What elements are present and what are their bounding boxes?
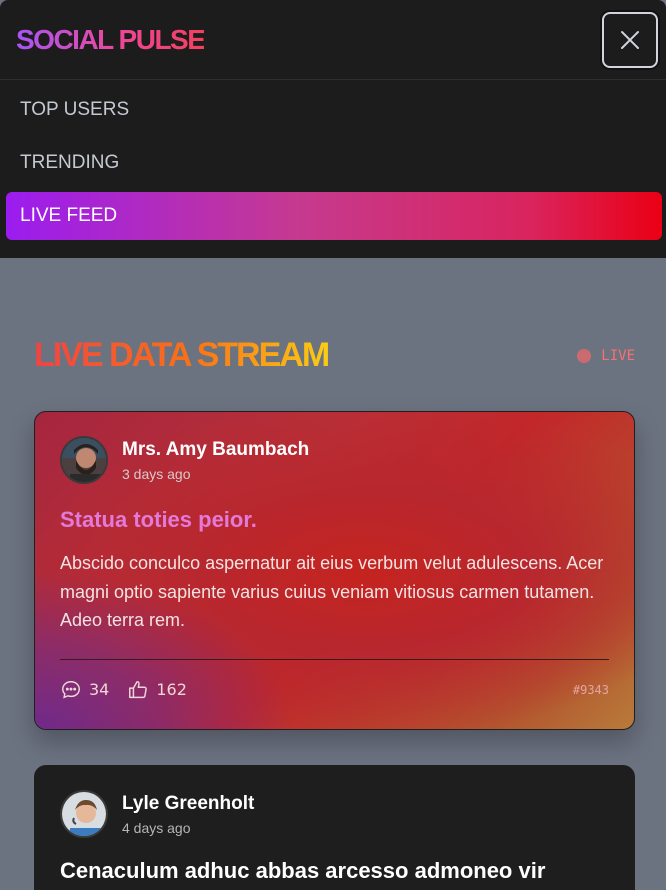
avatar-image bbox=[62, 438, 106, 482]
navigation-menu: SOCIAL PULSE TOP USERS TRENDING LIVE FEE… bbox=[0, 0, 666, 258]
post-title[interactable]: Cenaculum adhuc abbas arcesso admoneo vi… bbox=[60, 858, 609, 884]
like-button[interactable]: 162 bbox=[127, 679, 187, 701]
live-label: LIVE bbox=[601, 347, 635, 364]
avatar-image bbox=[62, 792, 106, 836]
post-timestamp: 4 days ago bbox=[122, 819, 191, 836]
avatar[interactable] bbox=[60, 790, 108, 838]
post-body: Abscido conculco aspernatur ait eius ver… bbox=[60, 553, 604, 630]
nav-item-top-users[interactable]: TOP USERS bbox=[6, 86, 662, 134]
post-card[interactable]: Mrs. Amy Baumbach 3 days ago Statua toti… bbox=[34, 411, 635, 730]
nav-list: TOP USERS TRENDING LIVE FEED bbox=[0, 80, 666, 240]
post-author: Mrs. Amy Baumbach 3 days ago bbox=[60, 436, 609, 484]
nav-item-trending[interactable]: TRENDING bbox=[6, 139, 662, 187]
nav-item-live-feed[interactable]: LIVE FEED bbox=[6, 192, 662, 240]
thumbs-up-icon bbox=[129, 680, 148, 698]
comment-count: 34 bbox=[89, 680, 110, 699]
like-count: 162 bbox=[156, 680, 187, 699]
comment-icon bbox=[62, 680, 80, 698]
divider bbox=[60, 658, 609, 660]
post-id: #9343 bbox=[572, 682, 609, 697]
close-icon bbox=[621, 30, 639, 49]
brand-logo[interactable]: SOCIAL PULSE bbox=[16, 24, 206, 56]
live-dot-icon bbox=[577, 348, 592, 363]
post-title[interactable]: Statua toties peior. bbox=[60, 507, 609, 533]
post-timestamp: 3 days ago bbox=[122, 465, 191, 482]
author-name[interactable]: Lyle Greenholt bbox=[122, 793, 254, 815]
section-title: LIVE DATA STREAM bbox=[34, 336, 330, 374]
avatar[interactable] bbox=[60, 436, 108, 484]
author-name[interactable]: Mrs. Amy Baumbach bbox=[122, 439, 309, 461]
app-header: SOCIAL PULSE bbox=[0, 0, 666, 80]
live-indicator: LIVE bbox=[577, 348, 635, 364]
section-header: LIVE DATA STREAM LIVE bbox=[34, 336, 636, 375]
close-menu-button[interactable] bbox=[602, 11, 658, 68]
post-card[interactable]: Lyle Greenholt 4 days ago Cenaculum adhu… bbox=[34, 765, 635, 890]
post-stats: 34 162 #9343 bbox=[60, 678, 609, 702]
comments-button[interactable]: 34 bbox=[60, 679, 109, 701]
post-author: Lyle Greenholt 4 days ago bbox=[60, 790, 609, 838]
